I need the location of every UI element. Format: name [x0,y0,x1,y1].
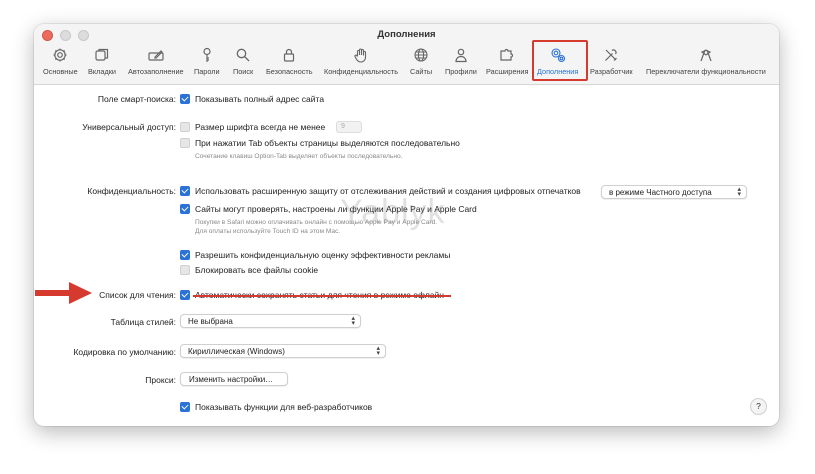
proxies-label: Прокси: [145,375,176,385]
tab-label: Пароли [194,67,220,76]
apple-pay-hint-2: Для оплаты используйте Touch ID на этом … [195,228,341,235]
show-full-address-checkbox[interactable]: Показывать полный адрес сайта [180,94,324,104]
tab-developer[interactable]: Разработчик [590,44,633,82]
checkbox-checked[interactable] [180,290,190,300]
watermark: Yablyk [340,193,446,231]
checkbox-label: Показывать полный адрес сайта [195,94,325,104]
tab-label: Безопасность [266,67,313,76]
tab-label: Расширения [486,67,529,76]
tab-label: Разработчик [590,67,633,76]
checkbox-label: Разрешить конфиденциальную оценку эффект… [195,250,451,260]
tab-feature-flags[interactable]: Переключатели функциональности [646,44,766,82]
tab-label: Основные [43,67,78,76]
puzzle-icon [500,48,514,61]
checkbox-label: При нажатии Tab объекты страницы выделяю… [195,138,460,148]
flags-icon [700,49,712,62]
advanced-settings-pane: Поле смарт-поиска: Показывать полный адр… [34,85,779,426]
checkbox-label: Блокировать все файлы cookie [195,265,319,275]
checkbox-label: Показывать функции для веб-разработчиков [195,402,373,412]
tab-passwords[interactable]: Пароли [194,44,220,82]
tab-label: Вкладки [88,67,116,76]
checkbox-checked[interactable] [180,250,190,260]
checkbox-label: Размер шрифта всегда не менее [195,122,326,132]
popup-value: Кириллическая (Windows) [188,347,285,356]
tab-security[interactable]: Безопасность [266,44,313,82]
globe-icon [414,48,428,62]
tab-websites[interactable]: Сайты [410,44,432,82]
tab-extensions[interactable]: Расширения [486,44,528,82]
updown-chevron-icon: ▴ ▾ [351,315,355,327]
ad-measurement-checkbox[interactable]: Разрешить конфиденциальную оценку эффект… [180,250,450,260]
tab-search[interactable]: Поиск [233,44,253,82]
checkbox-unchecked[interactable] [180,265,190,275]
show-developer-features-checkbox[interactable]: Показывать функции для веб-разработчиков [180,402,372,412]
tab-label: Профили [445,67,477,76]
smart-search-label: Поле смарт-поиска: [97,94,176,104]
tab-highlight-checkbox[interactable]: При нажатии Tab объекты страницы выделяю… [180,138,460,148]
tracking-mode-popup[interactable]: в режиме Частного доступа ▴ ▾ [601,185,747,199]
help-button[interactable]: ? [750,398,767,415]
tab-general[interactable]: Основные [43,44,78,82]
font-size-popup[interactable]: 9 [336,121,362,133]
tab-label: Сайты [410,67,433,76]
toolbar: Дополнения Основные Вкладки Автозаполнен… [34,24,779,85]
tab-tabs[interactable]: Вкладки [88,44,116,82]
tab-autofill[interactable]: Автозаполнение [128,44,184,82]
person-icon [455,48,467,63]
tab-privacy[interactable]: Конфиденциальность [324,44,398,82]
checkbox-checked[interactable] [180,402,190,412]
tabs-icon [95,48,109,61]
window-title: Дополнения [377,29,436,40]
tab-label: Конфиденциальность [324,67,399,76]
stylesheet-popup[interactable]: Не выбрана ▴ ▾ [180,314,361,328]
encoding-label: Кодировка по умолчанию: [73,347,176,357]
hand-icon [354,48,367,63]
annotation-arrow-icon [35,282,92,304]
updown-chevron-icon: ▴ ▾ [376,345,380,357]
updown-chevron-icon: ▴ ▾ [737,186,741,198]
stylesheet-label: Таблица стилей: [110,317,176,327]
checkbox-checked[interactable] [180,94,190,104]
tab-label: Автозаполнение [128,67,184,76]
privacy-label: Конфиденциальность: [87,186,176,196]
tab-label: Переключатели функциональности [646,67,766,76]
tools-icon [605,49,618,61]
lock-icon [284,48,295,62]
popup-value: в режиме Частного доступа [609,188,712,197]
font-size-value: 9 [341,123,345,130]
active-tab-highlight [532,40,588,81]
pencil-field-icon [148,50,164,61]
accessibility-label: Универсальный доступ: [82,122,176,132]
gear-icon [53,48,67,62]
key-icon [203,47,211,62]
option-tab-hint: Сочетание клавиш Option-Tab выделяет объ… [195,153,403,160]
popup-value: Не выбрана [188,317,233,326]
checkbox-unchecked[interactable] [180,138,190,148]
encoding-popup[interactable]: Кириллическая (Windows) ▴ ▾ [180,344,386,358]
annotation-underline [193,295,451,297]
checkbox-unchecked[interactable] [180,122,190,132]
min-font-size-checkbox[interactable]: Размер шрифта всегда не менее [180,122,325,132]
tab-profiles[interactable]: Профили [445,44,477,82]
search-icon [236,48,250,62]
checkbox-checked[interactable] [180,204,190,214]
tab-label: Поиск [233,67,254,76]
checkbox-checked[interactable] [180,186,190,196]
block-cookies-checkbox[interactable]: Блокировать все файлы cookie [180,265,318,275]
change-proxy-settings-button[interactable]: Изменить настройки… [180,372,288,386]
